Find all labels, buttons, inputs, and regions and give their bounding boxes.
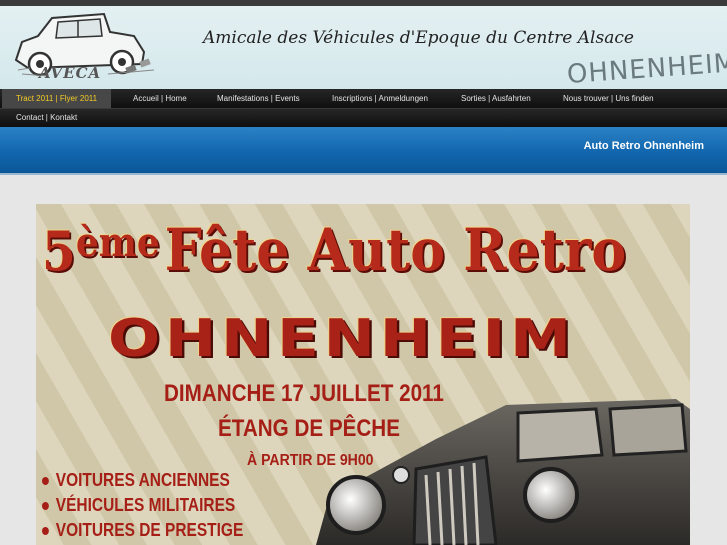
main-nav: Tract 2011 | Flyer 2011 Accueil | Home M… — [0, 89, 727, 108]
site-logo[interactable]: AVECA — [8, 8, 158, 88]
page-title: Auto Retro Ohnenheim — [583, 140, 704, 152]
poster-edition-number: 5 — [42, 219, 76, 283]
poster-edition-suffix: ème — [75, 219, 160, 266]
poster-headline: 5ème Fête Auto Retro — [42, 216, 626, 284]
page-banner: Auto Retro Ohnenheim — [0, 127, 727, 175]
nav-item-home[interactable]: Accueil | Home — [133, 89, 187, 108]
bullet-icon — [42, 477, 49, 486]
site-title: Amicale des Véhicules d'Epoque du Centre… — [203, 28, 634, 48]
poster-list-item: VOITURES ANCIENNES — [42, 468, 243, 493]
poster-list: VOITURES ANCIENNES VÉHICULES MILITAIRES … — [42, 468, 276, 543]
nav-item-registrations[interactable]: Inscriptions | Anmeldungen — [332, 89, 428, 108]
poster-list-item: VOITURES DE PRESTIGE — [42, 518, 243, 543]
poster-town: OHNENHEIM — [108, 309, 576, 369]
nav-item-outings[interactable]: Sorties | Ausfahrten — [461, 89, 531, 108]
poster-headline-text: Fête Auto Retro — [164, 216, 627, 284]
nav-item-events[interactable]: Manifestations | Events — [217, 89, 300, 108]
logo-text: AVECA — [39, 64, 102, 82]
nav-item-flyer[interactable]: Tract 2011 | Flyer 2011 — [2, 89, 112, 108]
bullet-icon — [42, 502, 49, 511]
bullet-icon — [42, 527, 49, 536]
site-town: OHNENHEIM — [566, 48, 727, 89]
nav-item-contact[interactable]: Contact | Kontakt — [16, 108, 77, 127]
vintage-car-illustration-icon — [316, 399, 690, 545]
nav-item-find-us[interactable]: Nous trouver | Uns finden — [563, 89, 654, 108]
secondary-nav: Contact | Kontakt — [0, 108, 727, 127]
event-poster: 5ème Fête Auto Retro OHNENHEIM DIMANCHE … — [36, 204, 690, 545]
site-header: AVECA Amicale des Véhicules d'Epoque du … — [0, 0, 727, 89]
poster-list-item: VÉHICULES MILITAIRES — [42, 493, 243, 518]
